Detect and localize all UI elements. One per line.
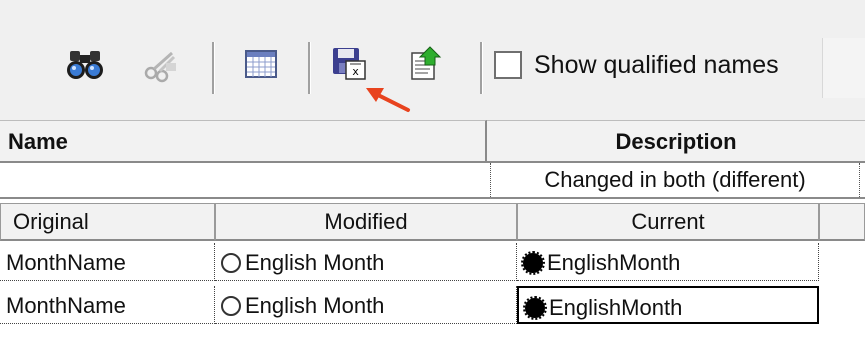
table-row[interactable]: MonthName English Month EnglishMonth (0, 243, 865, 281)
description-column-header[interactable]: Description (487, 120, 865, 163)
description-row: Changed in both (different) (0, 163, 865, 199)
modified-value: English Month (245, 293, 385, 318)
current-value: EnglishMonth (547, 250, 681, 275)
radio-selected-icon[interactable] (523, 296, 547, 320)
description-value: Changed in both (different) (490, 163, 860, 197)
current-option[interactable]: EnglishMonth (517, 286, 819, 324)
current-option[interactable]: EnglishMonth (517, 243, 819, 281)
table-row[interactable]: MonthName English Month EnglishMonth (0, 286, 865, 324)
modified-option[interactable]: English Month (215, 286, 517, 324)
name-column-header[interactable]: Name (0, 120, 487, 163)
radio-selected-icon[interactable] (521, 251, 545, 275)
original-cell: MonthName (0, 243, 215, 281)
current-column-header[interactable]: Current (517, 203, 819, 241)
modified-option[interactable]: English Month (215, 243, 517, 281)
modified-column-header[interactable]: Modified (215, 203, 517, 241)
original-cell: MonthName (0, 286, 215, 324)
original-column-header[interactable]: Original (0, 203, 215, 241)
empty-column-header (819, 203, 865, 241)
modified-value: English Month (245, 250, 385, 275)
current-value: EnglishMonth (549, 295, 683, 320)
annotation-arrow-icon (366, 88, 410, 112)
radio-unselected-icon[interactable] (221, 296, 241, 316)
radio-unselected-icon[interactable] (221, 253, 241, 273)
toolbar: x Show qualified names (0, 0, 865, 120)
